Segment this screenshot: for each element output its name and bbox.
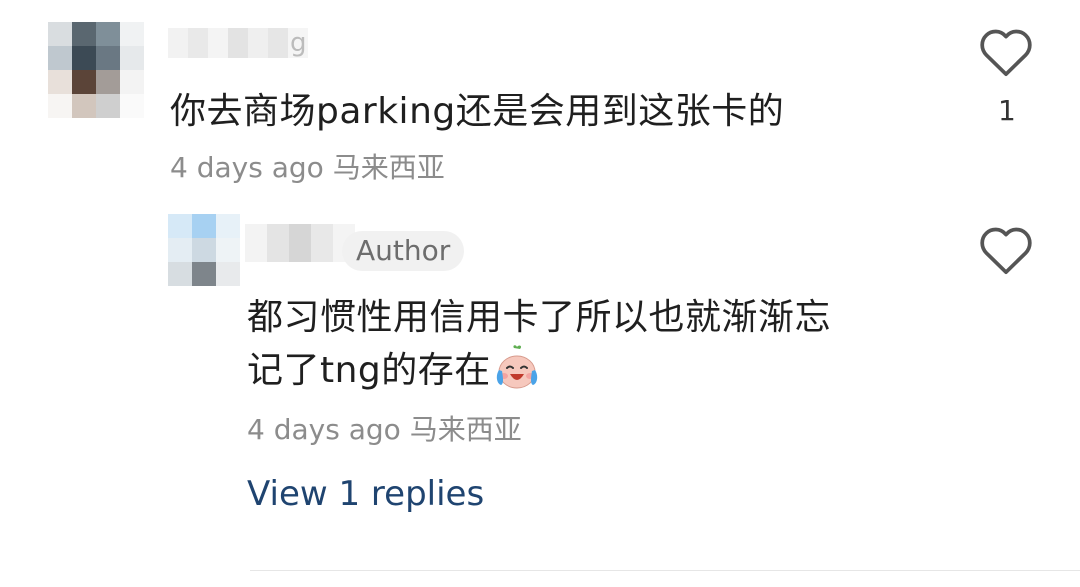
avatar[interactable] bbox=[48, 22, 144, 118]
comment-text: 都习惯性用信用卡了所以也就渐渐忘 记了tng的存在 bbox=[247, 292, 831, 397]
comment-meta: 4 days ago 马来西亚 bbox=[170, 146, 445, 186]
username-blurred[interactable] bbox=[168, 28, 308, 58]
view-replies-link[interactable]: View 1 replies bbox=[247, 474, 484, 514]
comment-text-line: 记了tng的存在 bbox=[247, 344, 831, 397]
like-count: 1 bbox=[998, 94, 1016, 127]
comment-meta: 4 days ago 马来西亚 bbox=[247, 408, 522, 448]
comment-location: 马来西亚 bbox=[409, 413, 522, 446]
divider bbox=[250, 570, 1080, 571]
avatar[interactable] bbox=[168, 214, 240, 286]
username-blurred[interactable] bbox=[245, 224, 355, 262]
heart-icon[interactable] bbox=[978, 26, 1034, 78]
comment-time: 4 days ago bbox=[247, 413, 401, 446]
comment-time: 4 days ago bbox=[170, 151, 324, 184]
heart-icon[interactable] bbox=[978, 224, 1034, 276]
comment-text-line: 都习惯性用信用卡了所以也就渐渐忘 bbox=[247, 297, 832, 338]
comment-text: 你去商场parking还是会用到这张卡的 bbox=[170, 91, 785, 132]
username-tail: g bbox=[290, 28, 307, 58]
author-badge: Author bbox=[342, 231, 465, 271]
crying-laughing-face-icon bbox=[496, 345, 537, 389]
comment-location: 马来西亚 bbox=[332, 151, 445, 184]
